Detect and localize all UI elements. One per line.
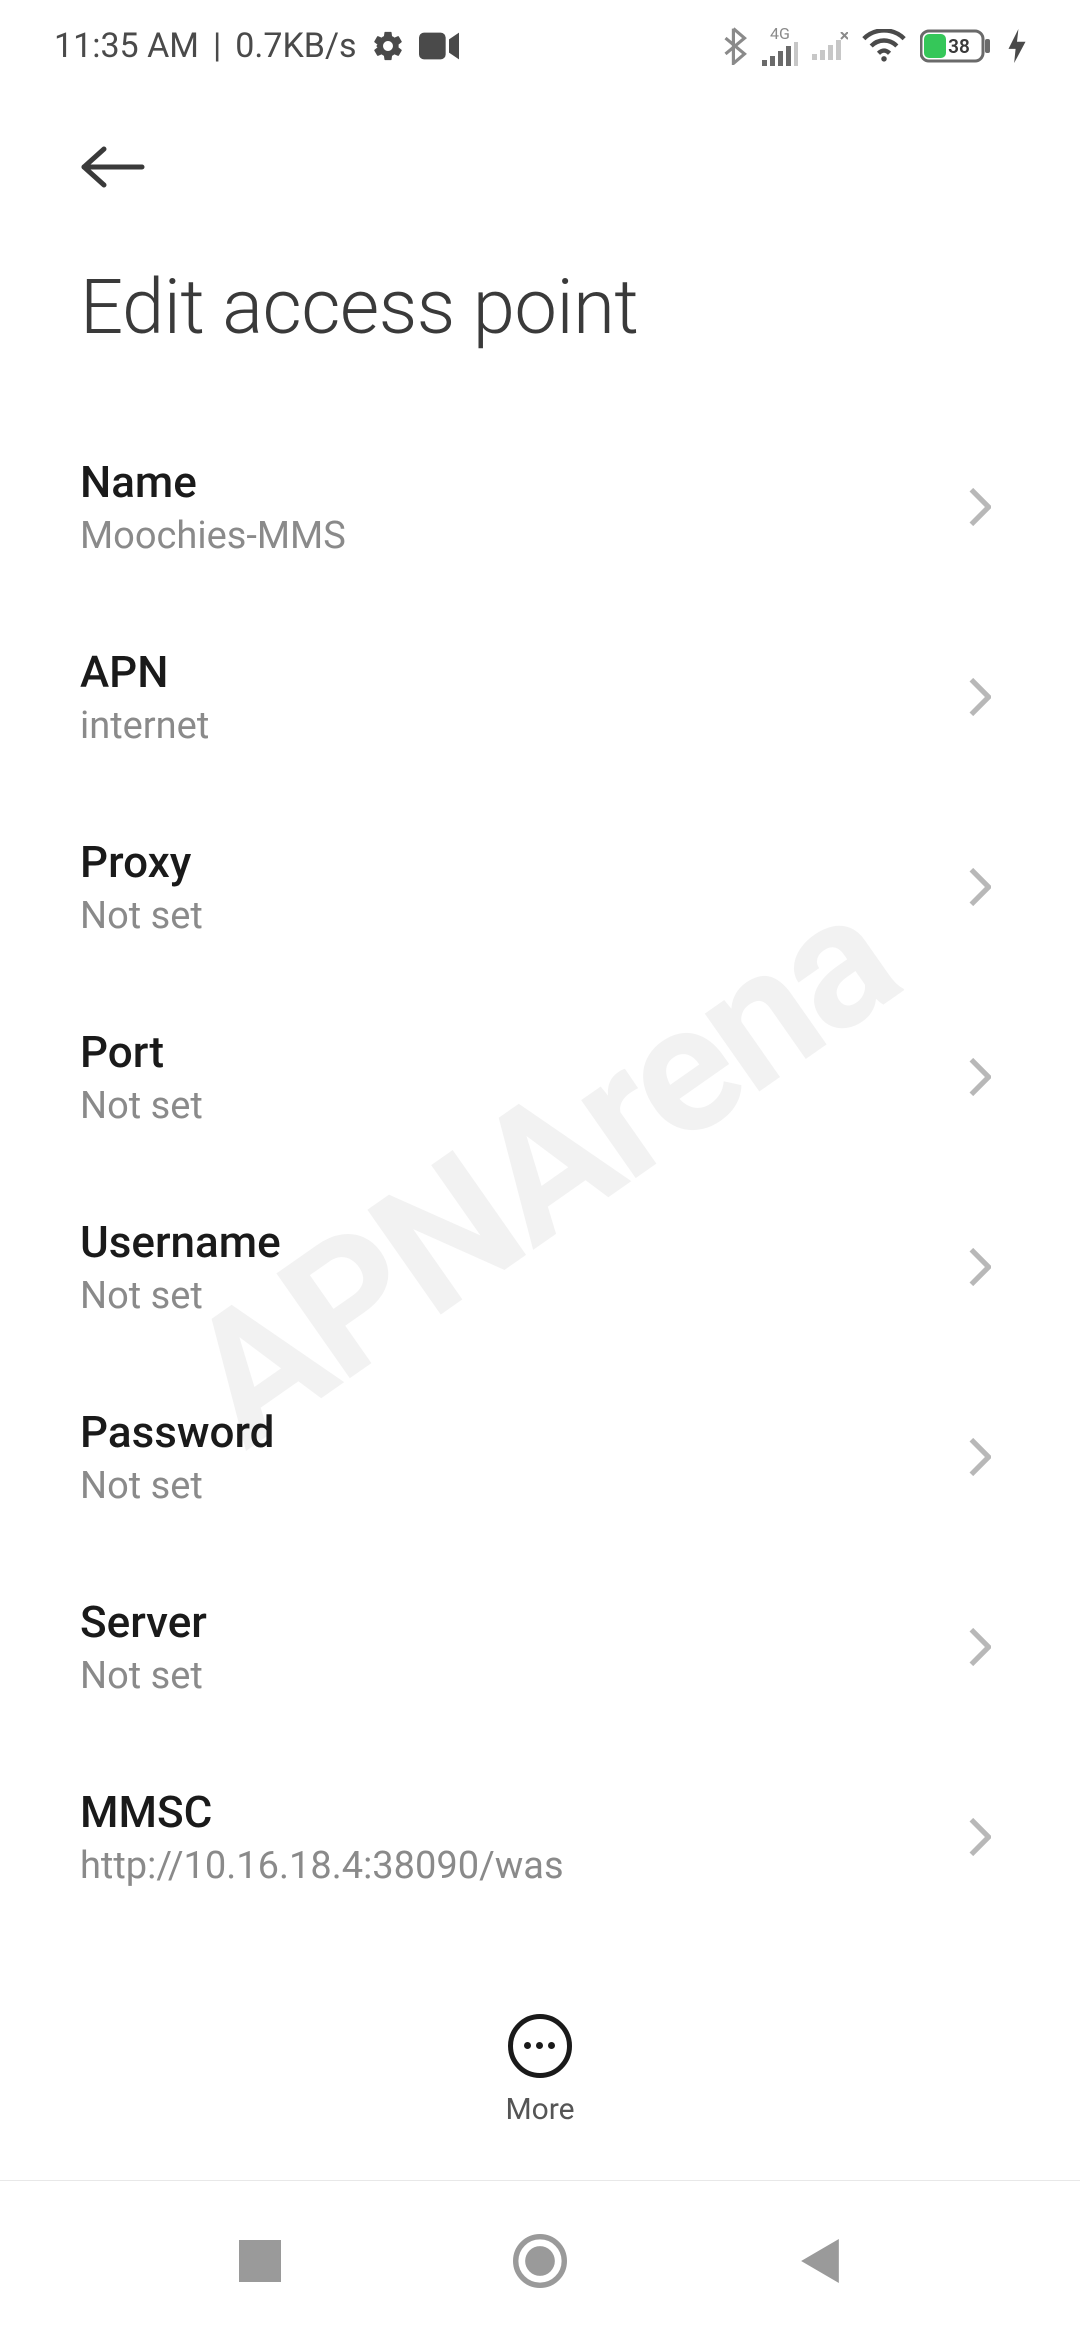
signal-nosim-icon [812, 32, 848, 60]
field-value: internet [80, 704, 936, 748]
field-label: Server [80, 1596, 936, 1648]
field-row-username[interactable]: Username Not set [0, 1172, 1080, 1362]
status-net-speed: 0.7KB/s [235, 26, 356, 66]
nav-recents-button[interactable] [220, 2221, 300, 2301]
chevron-right-icon [960, 1627, 1000, 1667]
field-label: MMSC [80, 1786, 936, 1838]
field-value: Not set [80, 894, 936, 938]
status-bar-left: 11:35 AM | 0.7KB/s [54, 26, 459, 66]
app-bar [0, 92, 1080, 202]
nav-back-button[interactable] [780, 2221, 860, 2301]
apn-field-list: Name Moochies-MMS APN internet Proxy Not… [0, 392, 1080, 2122]
status-bar-right: 4G 38 [722, 26, 1026, 66]
charging-bolt-icon [1008, 29, 1026, 63]
more-button[interactable]: More [505, 2014, 574, 2127]
field-value: Not set [80, 1654, 936, 1698]
video-camera-icon [419, 32, 459, 60]
status-separator: | [213, 26, 221, 66]
signal-4g-icon: 4G [762, 26, 798, 66]
field-value: http://10.16.18.4:38090/was [80, 1844, 936, 1888]
field-value: Moochies-MMS [80, 514, 936, 558]
chevron-right-icon [960, 1437, 1000, 1477]
page-title: Edit access point [0, 202, 1080, 392]
chevron-right-icon [960, 867, 1000, 907]
battery-icon: 38 [920, 28, 994, 64]
field-row-port[interactable]: Port Not set [0, 982, 1080, 1172]
field-row-apn[interactable]: APN internet [0, 602, 1080, 792]
field-value: Not set [80, 1464, 936, 1508]
field-label: Username [80, 1216, 936, 1268]
field-value: Not set [80, 1084, 936, 1128]
chevron-right-icon [960, 1057, 1000, 1097]
field-row-proxy[interactable]: Proxy Not set [0, 792, 1080, 982]
field-row-server[interactable]: Server Not set [0, 1552, 1080, 1742]
field-label: Password [80, 1406, 936, 1458]
field-row-password[interactable]: Password Not set [0, 1362, 1080, 1552]
chevron-right-icon [960, 1247, 1000, 1287]
field-label: Name [80, 456, 936, 508]
back-button[interactable] [80, 132, 150, 202]
wifi-icon [862, 29, 906, 63]
status-bar: 11:35 AM | 0.7KB/s 4G 38 [0, 0, 1080, 92]
status-time: 11:35 AM [54, 26, 199, 66]
gear-icon [371, 29, 405, 63]
field-label: Port [80, 1026, 936, 1078]
nav-home-button[interactable] [500, 2221, 580, 2301]
field-row-mmsc[interactable]: MMSC http://10.16.18.4:38090/was [0, 1742, 1080, 1932]
system-nav-bar [0, 2180, 1080, 2340]
footer-action-bar: More [0, 1960, 1080, 2180]
bluetooth-icon [722, 27, 748, 65]
chevron-right-icon [960, 677, 1000, 717]
field-label: Proxy [80, 836, 936, 888]
more-icon [508, 2014, 572, 2078]
field-row-name[interactable]: Name Moochies-MMS [0, 412, 1080, 602]
field-value: Not set [80, 1274, 936, 1318]
more-label: More [505, 2092, 574, 2127]
chevron-right-icon [960, 487, 1000, 527]
field-label: APN [80, 646, 936, 698]
svg-text:38: 38 [948, 35, 970, 58]
chevron-right-icon [960, 1817, 1000, 1857]
